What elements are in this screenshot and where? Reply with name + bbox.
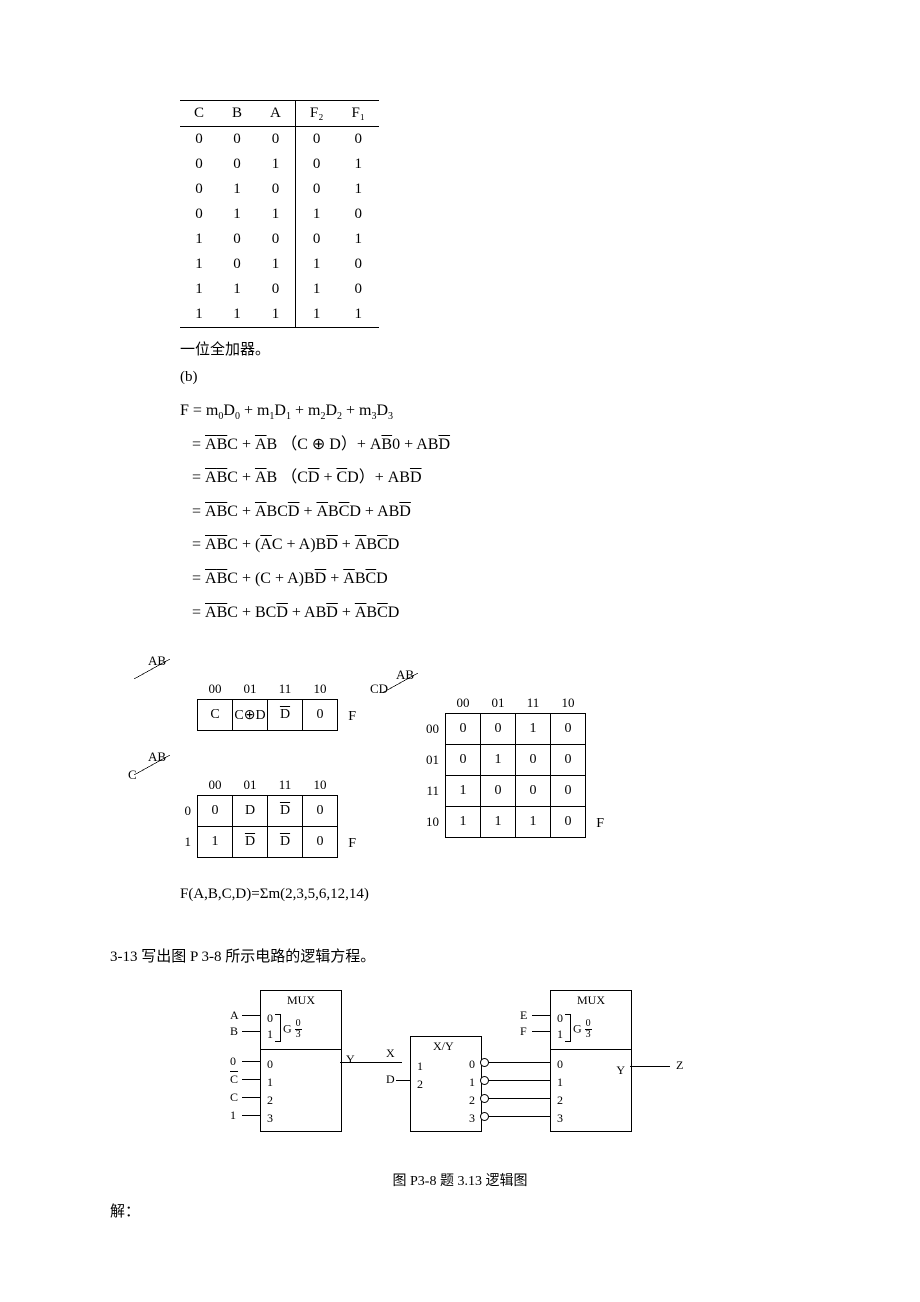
table-cell: 0 xyxy=(256,127,295,153)
table-cell: 0 xyxy=(295,152,337,177)
circuit-diagram: MUX 0 1 G 03 0 1 2 3 A B 0 C C 1 Y X X/Y… xyxy=(200,980,720,1160)
truth-table: C B A F₂ F₁ 0000000101010010111010001101… xyxy=(180,100,379,328)
table-cell: 0 xyxy=(337,127,379,153)
eq-line-7: = ABC + BCD + ABD + ABCD xyxy=(180,596,820,630)
table-cell: 0 xyxy=(295,227,337,252)
answer-label: 解： xyxy=(110,1200,820,1221)
table-cell: 0 xyxy=(218,152,256,177)
th-a: A xyxy=(256,101,295,127)
th-f1: F₁ xyxy=(337,101,379,127)
eq-line-1: F = m0D0 + m1D1 + m2D2 + m3D3 xyxy=(180,394,820,428)
eq-line-4: = ABC + ABCD + ABCD + ABD xyxy=(180,495,820,529)
part-b-label: (b) xyxy=(180,369,820,386)
table-cell: 0 xyxy=(180,127,218,153)
table-cell: 1 xyxy=(218,177,256,202)
table-cell: 0 xyxy=(337,252,379,277)
table-cell: 1 xyxy=(256,252,295,277)
table-cell: 1 xyxy=(295,302,337,328)
table-cell: 0 xyxy=(295,127,337,153)
eq-line-6: = ABC + (C + A)BD + ABCD xyxy=(180,562,820,596)
th-b: B xyxy=(218,101,256,127)
table-cell: 1 xyxy=(256,202,295,227)
table-cell: 1 xyxy=(180,227,218,252)
kmap-3: AB CD 00 01 11 10 00 0 0 1 0 01 0 1 0 0 … xyxy=(378,671,586,838)
table-cell: 1 xyxy=(180,252,218,277)
table-cell: 0 xyxy=(180,152,218,177)
table-cell: 1 xyxy=(337,302,379,328)
table-cell: 1 xyxy=(295,252,337,277)
problem-3-13: 3-13 写出图 P 3-8 所示电路的逻辑方程。 xyxy=(110,945,820,966)
table-cell: 1 xyxy=(295,277,337,302)
table-cell: 1 xyxy=(337,177,379,202)
table-cell: 0 xyxy=(218,127,256,153)
kmaps-row: AB 00 01 11 10 C C⊕D D 0 F xyxy=(130,657,820,858)
table-cell: 1 xyxy=(295,202,337,227)
table-cell: 0 xyxy=(218,227,256,252)
eq-line-2: = ABC + AB （C ⊕ D）+ AB0 + ABD xyxy=(180,428,820,462)
table-cell: 0 xyxy=(256,177,295,202)
minterm-sum: F(A,B,C,D)=Σm(2,3,5,6,12,14) xyxy=(180,886,820,903)
table-cell: 1 xyxy=(218,202,256,227)
eq-line-3: = ABC + AB （CD + CD）+ ABD xyxy=(180,461,820,495)
table-cell: 0 xyxy=(337,202,379,227)
table-cell: 1 xyxy=(218,277,256,302)
kmap-1: AB 00 01 11 10 C C⊕D D 0 F xyxy=(130,657,338,731)
th-f2: F₂ xyxy=(295,101,337,127)
table-cell: 1 xyxy=(218,302,256,328)
table-cell: 0 xyxy=(295,177,337,202)
table-cell: 0 xyxy=(218,252,256,277)
table-cell: 1 xyxy=(180,302,218,328)
table-cell: 1 xyxy=(256,302,295,328)
table-cell: 1 xyxy=(180,277,218,302)
mux2-block: MUX 0 1 G 03 0 1 2 3 Y xyxy=(550,990,632,1132)
mux1-block: MUX 0 1 G 03 0 1 2 3 xyxy=(260,990,342,1132)
table-cell: 0 xyxy=(256,277,295,302)
full-adder-text: 一位全加器。 xyxy=(180,338,820,359)
table-cell: 0 xyxy=(180,177,218,202)
table-cell: 1 xyxy=(337,227,379,252)
table-cell: 1 xyxy=(337,152,379,177)
kmap-2: AB C 00 01 11 10 0 0 D D 0 1 1 xyxy=(130,753,338,858)
equation-block: F = m0D0 + m1D1 + m2D2 + m3D3 = ABC + AB… xyxy=(180,394,820,629)
table-cell: 0 xyxy=(256,227,295,252)
figure-caption: 图 P3-8 题 3.13 逻辑图 xyxy=(100,1170,820,1190)
table-cell: 0 xyxy=(337,277,379,302)
table-cell: 0 xyxy=(180,202,218,227)
decoder-block: X/Y 1 2 0 1 2 3 xyxy=(410,1036,482,1132)
eq-line-5: = ABC + (AC + A)BD + ABCD xyxy=(180,528,820,562)
th-c: C xyxy=(180,101,218,127)
table-cell: 1 xyxy=(256,152,295,177)
